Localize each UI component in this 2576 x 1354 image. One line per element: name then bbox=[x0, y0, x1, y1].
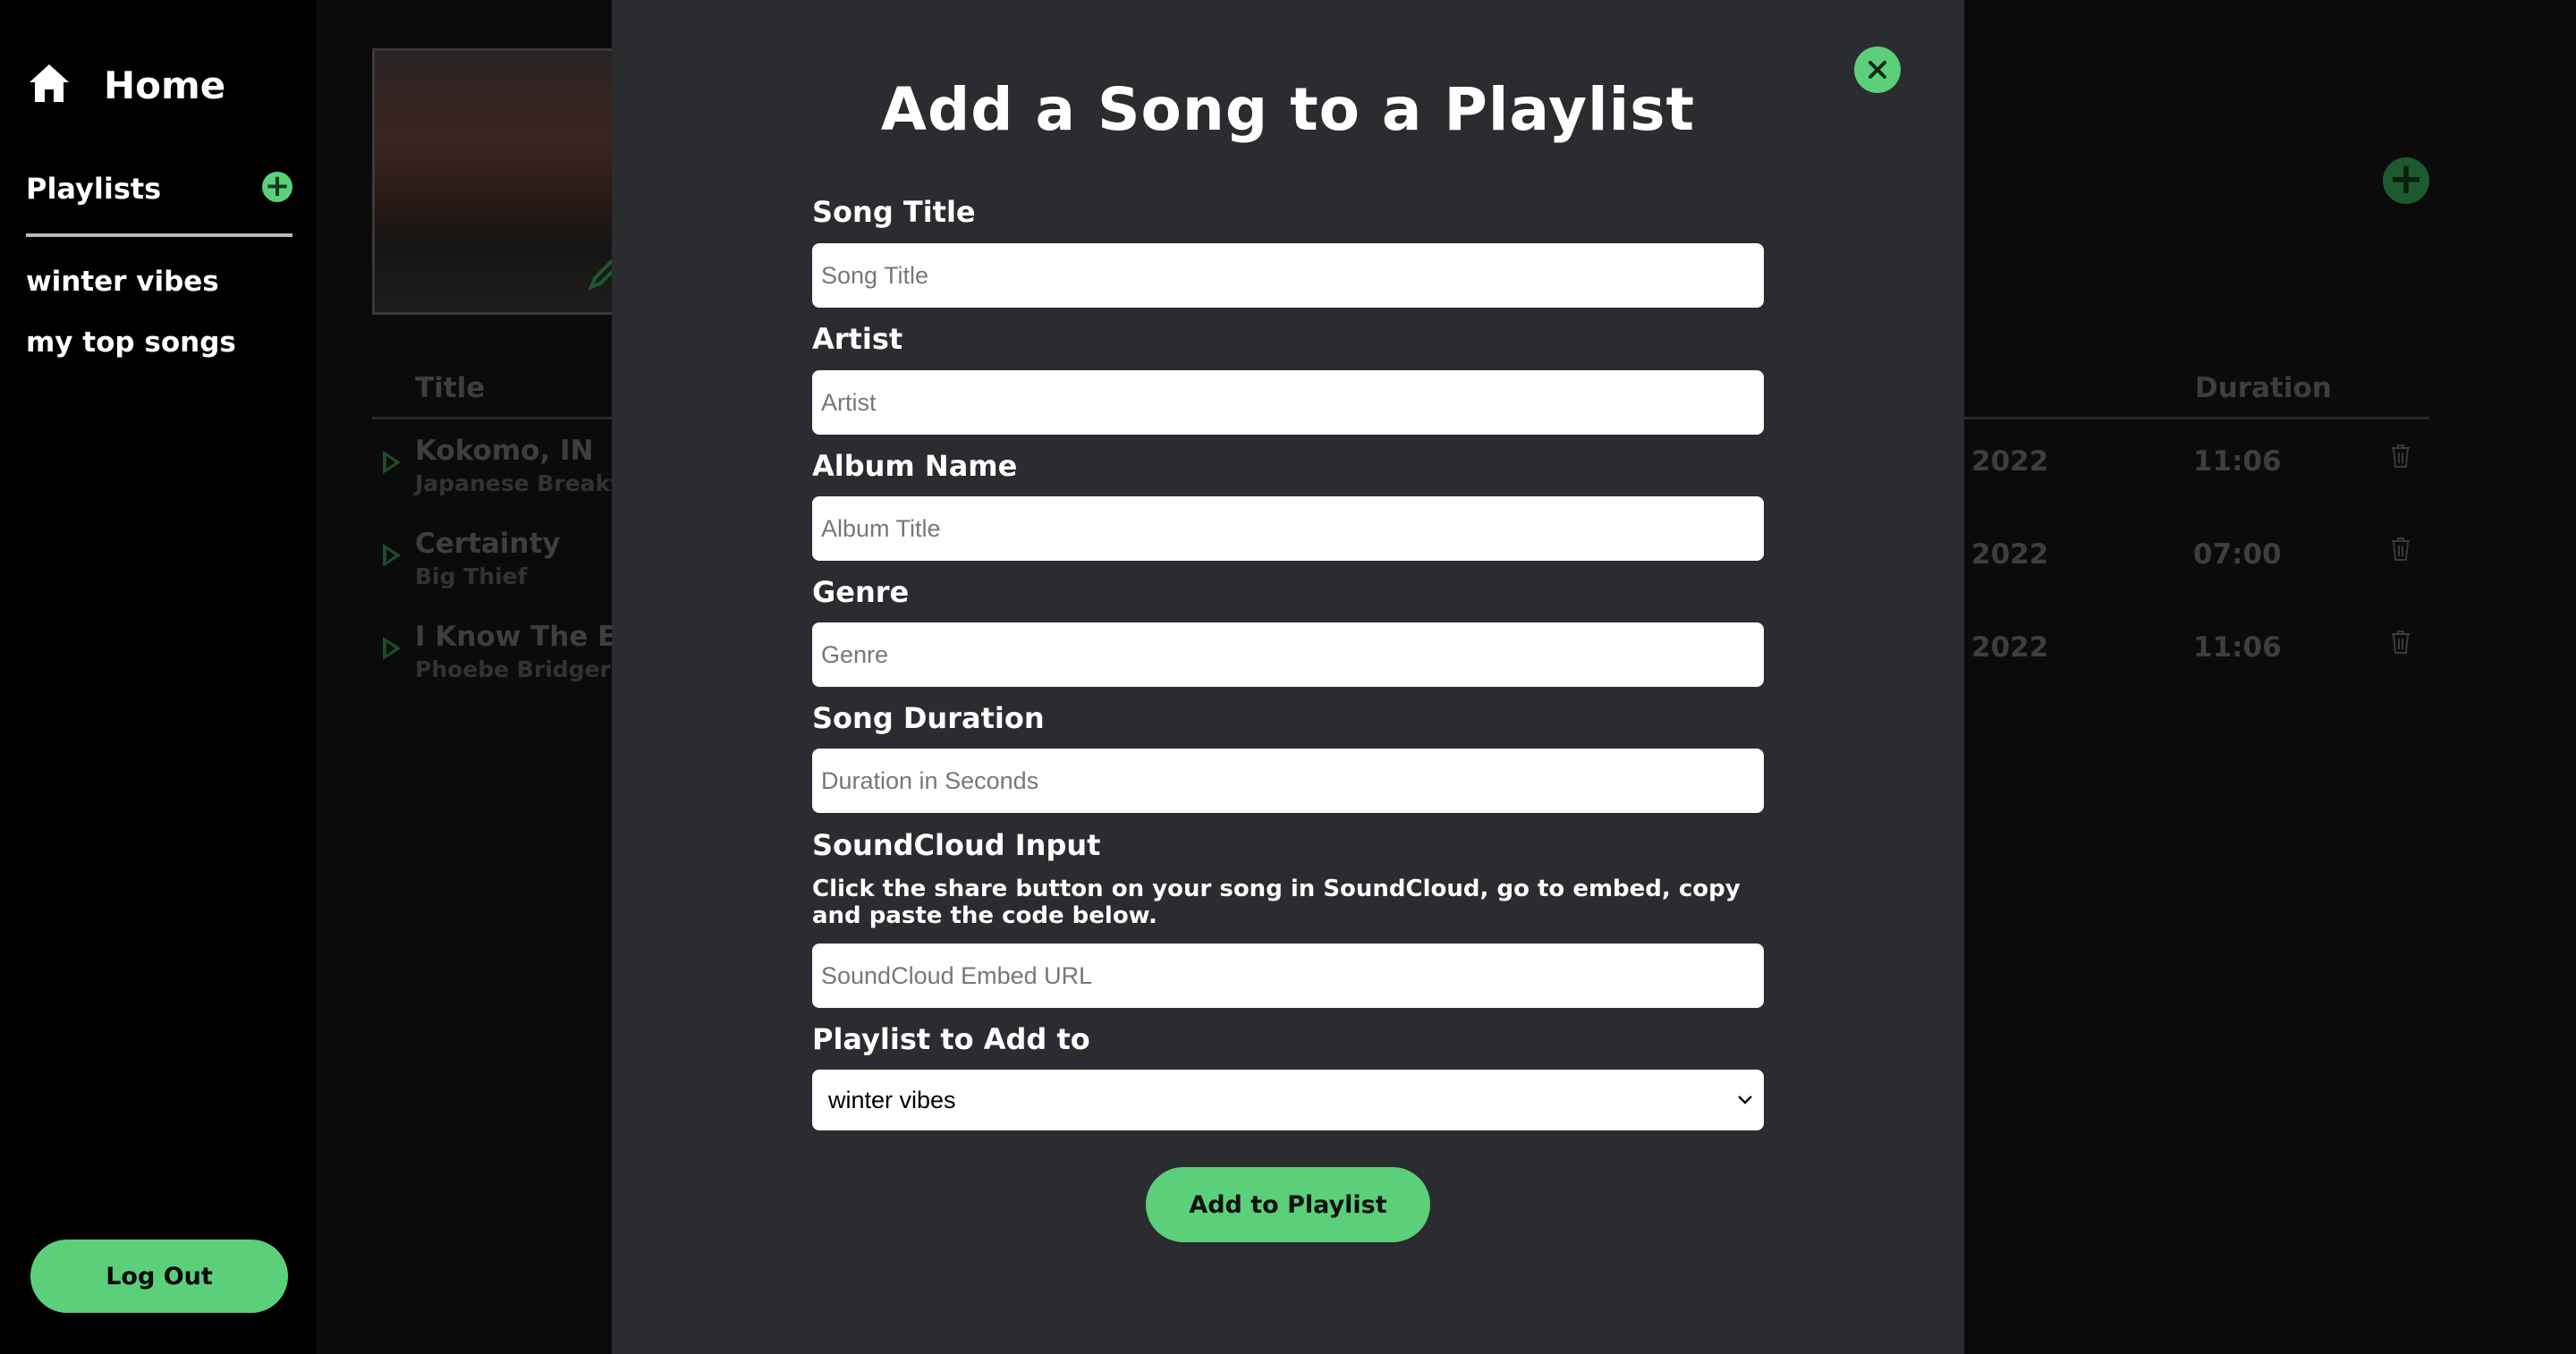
soundcloud-label: SoundCloud Input bbox=[812, 828, 1101, 862]
duration-input[interactable] bbox=[812, 749, 1764, 813]
playlist-select-value: winter vibes bbox=[828, 1087, 956, 1113]
song-year: 2022 bbox=[1971, 445, 2049, 478]
playlists-label: Playlists bbox=[26, 172, 162, 206]
artist-input[interactable] bbox=[812, 370, 1764, 435]
column-header-duration: Duration bbox=[2195, 372, 2332, 404]
playlists-header: Playlists + bbox=[26, 171, 292, 207]
add-song-button[interactable]: + bbox=[2383, 157, 2429, 204]
soundcloud-url-input[interactable] bbox=[812, 944, 1764, 1008]
playlist-list: winter vibes my top songs bbox=[26, 264, 236, 385]
sidebar-item-winter-vibes[interactable]: winter vibes bbox=[26, 264, 236, 325]
artist-label: Artist bbox=[812, 322, 903, 356]
trash-icon[interactable] bbox=[2390, 537, 2411, 562]
trash-icon[interactable] bbox=[2390, 630, 2411, 655]
add-playlist-button[interactable]: + bbox=[262, 171, 292, 202]
logout-button[interactable]: Log Out bbox=[30, 1240, 288, 1313]
song-title-label: Song Title bbox=[812, 195, 976, 229]
home-link[interactable]: Home bbox=[27, 61, 225, 109]
home-icon bbox=[27, 61, 72, 109]
sidebar: Home Playlists + winter vibes my top son… bbox=[0, 0, 317, 1354]
play-icon[interactable] bbox=[383, 637, 401, 660]
song-duration: 11:06 bbox=[2193, 445, 2282, 478]
song-year: 2022 bbox=[1971, 631, 2049, 664]
song-year: 2022 bbox=[1971, 538, 2049, 571]
soundcloud-hint: Click the share button on your song in S… bbox=[812, 876, 1741, 929]
chevron-down-icon bbox=[1738, 1096, 1752, 1104]
modal-title: Add a Song to a Playlist bbox=[880, 75, 1696, 144]
column-header-title: Title bbox=[415, 372, 486, 404]
home-label: Home bbox=[104, 63, 226, 107]
song-artist: Phoebe Bridgers bbox=[415, 656, 624, 682]
sidebar-item-my-top-songs[interactable]: my top songs bbox=[26, 325, 236, 385]
playlist-select[interactable]: winter vibes bbox=[812, 1070, 1764, 1130]
song-duration-label: Song Duration bbox=[812, 701, 1045, 735]
song-artist: Japanese Breakf bbox=[415, 470, 620, 496]
add-to-playlist-button[interactable]: Add to Playlist bbox=[1146, 1167, 1430, 1242]
song-title: Certainty bbox=[415, 528, 561, 560]
playlist-cover-image[interactable] bbox=[372, 48, 637, 315]
album-name-label: Album Name bbox=[812, 449, 1018, 483]
trash-icon[interactable] bbox=[2390, 444, 2411, 469]
play-icon[interactable] bbox=[383, 544, 401, 567]
playlist-select-label: Playlist to Add to bbox=[812, 1022, 1090, 1056]
genre-input[interactable] bbox=[812, 622, 1764, 687]
song-title: I Know The En bbox=[415, 621, 637, 653]
add-song-modal: Add a Song to a Playlist Song Title Arti… bbox=[612, 0, 1964, 1354]
genre-label: Genre bbox=[812, 575, 910, 609]
song-title-input[interactable] bbox=[812, 243, 1764, 308]
divider bbox=[26, 233, 292, 237]
play-icon[interactable] bbox=[383, 451, 401, 474]
song-title: Kokomo, IN bbox=[415, 435, 594, 467]
song-duration: 11:06 bbox=[2193, 631, 2282, 664]
album-title-input[interactable] bbox=[812, 496, 1764, 561]
song-artist: Big Thief bbox=[415, 563, 528, 589]
song-duration: 07:00 bbox=[2193, 538, 2282, 571]
